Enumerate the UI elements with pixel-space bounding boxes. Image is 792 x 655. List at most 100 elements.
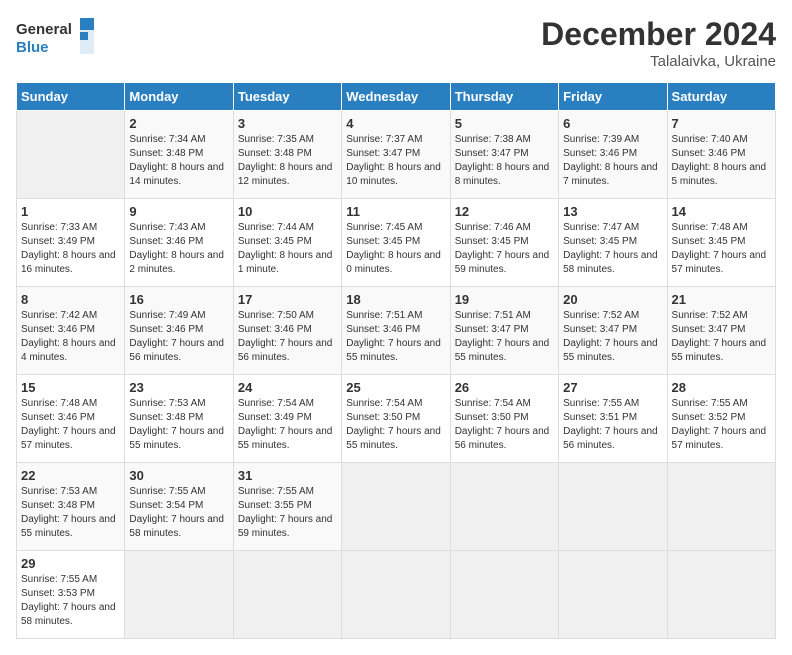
calendar-table: SundayMondayTuesdayWednesdayThursdayFrid…: [16, 82, 776, 639]
calendar-cell: 25 Sunrise: 7:54 AMSunset: 3:50 PMDaylig…: [342, 375, 450, 463]
day-info: Sunrise: 7:40 AMSunset: 3:46 PMDaylight:…: [672, 133, 771, 189]
day-number: 24: [238, 380, 337, 395]
day-info: Sunrise: 7:54 AMSunset: 3:50 PMDaylight:…: [346, 397, 445, 453]
day-info: Sunrise: 7:42 AMSunset: 3:46 PMDaylight:…: [21, 309, 120, 365]
calendar-cell: 14 Sunrise: 7:48 AMSunset: 3:45 PMDaylig…: [667, 199, 775, 287]
day-info: Sunrise: 7:43 AMSunset: 3:46 PMDaylight:…: [129, 221, 228, 277]
calendar-cell: 3 Sunrise: 7:35 AMSunset: 3:48 PMDayligh…: [233, 111, 341, 199]
day-info: Sunrise: 7:38 AMSunset: 3:47 PMDaylight:…: [455, 133, 554, 189]
calendar-cell: 9 Sunrise: 7:43 AMSunset: 3:46 PMDayligh…: [125, 199, 233, 287]
calendar-cell: 2 Sunrise: 7:34 AMSunset: 3:48 PMDayligh…: [125, 111, 233, 199]
day-info: Sunrise: 7:53 AMSunset: 3:48 PMDaylight:…: [21, 485, 120, 541]
calendar-week-2: 8 Sunrise: 7:42 AMSunset: 3:46 PMDayligh…: [17, 287, 776, 375]
day-info: Sunrise: 7:44 AMSunset: 3:45 PMDaylight:…: [238, 221, 337, 277]
header: General Blue December 2024 Talalaivka, U…: [16, 16, 776, 70]
calendar-cell: 31 Sunrise: 7:55 AMSunset: 3:55 PMDaylig…: [233, 463, 341, 551]
svg-text:Blue: Blue: [16, 39, 49, 56]
calendar-week-0: 2 Sunrise: 7:34 AMSunset: 3:48 PMDayligh…: [17, 111, 776, 199]
day-info: Sunrise: 7:52 AMSunset: 3:47 PMDaylight:…: [563, 309, 662, 365]
day-number: 19: [455, 292, 554, 307]
day-number: 16: [129, 292, 228, 307]
calendar-week-4: 22 Sunrise: 7:53 AMSunset: 3:48 PMDaylig…: [17, 463, 776, 551]
calendar-week-3: 15 Sunrise: 7:48 AMSunset: 3:46 PMDaylig…: [17, 375, 776, 463]
calendar-cell: [342, 463, 450, 551]
calendar-week-1: 1 Sunrise: 7:33 AMSunset: 3:49 PMDayligh…: [17, 199, 776, 287]
day-info: Sunrise: 7:55 AMSunset: 3:54 PMDaylight:…: [129, 485, 228, 541]
day-info: Sunrise: 7:52 AMSunset: 3:47 PMDaylight:…: [672, 309, 771, 365]
day-number: 8: [21, 292, 120, 307]
calendar-cell: [125, 551, 233, 639]
calendar-cell: [667, 551, 775, 639]
day-number: 14: [672, 204, 771, 219]
day-info: Sunrise: 7:51 AMSunset: 3:46 PMDaylight:…: [346, 309, 445, 365]
day-header-wednesday: Wednesday: [342, 83, 450, 111]
day-number: 1: [21, 204, 120, 219]
day-info: Sunrise: 7:35 AMSunset: 3:48 PMDaylight:…: [238, 133, 337, 189]
day-number: 5: [455, 116, 554, 131]
day-number: 9: [129, 204, 228, 219]
day-header-tuesday: Tuesday: [233, 83, 341, 111]
day-header-monday: Monday: [125, 83, 233, 111]
day-number: 21: [672, 292, 771, 307]
calendar-cell: [559, 463, 667, 551]
month-title: December 2024: [541, 16, 776, 53]
title-block: December 2024 Talalaivka, Ukraine: [541, 16, 776, 70]
calendar-cell: 19 Sunrise: 7:51 AMSunset: 3:47 PMDaylig…: [450, 287, 558, 375]
day-number: 26: [455, 380, 554, 395]
day-info: Sunrise: 7:55 AMSunset: 3:52 PMDaylight:…: [672, 397, 771, 453]
calendar-cell: 6 Sunrise: 7:39 AMSunset: 3:46 PMDayligh…: [559, 111, 667, 199]
day-number: 12: [455, 204, 554, 219]
day-number: 10: [238, 204, 337, 219]
day-info: Sunrise: 7:55 AMSunset: 3:51 PMDaylight:…: [563, 397, 662, 453]
calendar-cell: 7 Sunrise: 7:40 AMSunset: 3:46 PMDayligh…: [667, 111, 775, 199]
calendar-cell: 26 Sunrise: 7:54 AMSunset: 3:50 PMDaylig…: [450, 375, 558, 463]
calendar-cell: 4 Sunrise: 7:37 AMSunset: 3:47 PMDayligh…: [342, 111, 450, 199]
calendar-cell: 13 Sunrise: 7:47 AMSunset: 3:45 PMDaylig…: [559, 199, 667, 287]
day-number: 27: [563, 380, 662, 395]
day-number: 4: [346, 116, 445, 131]
calendar-cell: 21 Sunrise: 7:52 AMSunset: 3:47 PMDaylig…: [667, 287, 775, 375]
day-number: 22: [21, 468, 120, 483]
logo-svg: General Blue: [16, 16, 96, 58]
day-info: Sunrise: 7:51 AMSunset: 3:47 PMDaylight:…: [455, 309, 554, 365]
calendar-cell: [667, 463, 775, 551]
day-info: Sunrise: 7:39 AMSunset: 3:46 PMDaylight:…: [563, 133, 662, 189]
day-number: 28: [672, 380, 771, 395]
day-number: 23: [129, 380, 228, 395]
day-info: Sunrise: 7:45 AMSunset: 3:45 PMDaylight:…: [346, 221, 445, 277]
day-info: Sunrise: 7:33 AMSunset: 3:49 PMDaylight:…: [21, 221, 120, 277]
calendar-cell: [559, 551, 667, 639]
day-number: 18: [346, 292, 445, 307]
day-info: Sunrise: 7:48 AMSunset: 3:45 PMDaylight:…: [672, 221, 771, 277]
calendar-cell: [450, 551, 558, 639]
logo: General Blue: [16, 16, 96, 58]
day-header-friday: Friday: [559, 83, 667, 111]
calendar-cell: 5 Sunrise: 7:38 AMSunset: 3:47 PMDayligh…: [450, 111, 558, 199]
calendar-cell: 28 Sunrise: 7:55 AMSunset: 3:52 PMDaylig…: [667, 375, 775, 463]
calendar-cell: 16 Sunrise: 7:49 AMSunset: 3:46 PMDaylig…: [125, 287, 233, 375]
calendar-cell: 18 Sunrise: 7:51 AMSunset: 3:46 PMDaylig…: [342, 287, 450, 375]
calendar-cell: [450, 463, 558, 551]
day-number: 17: [238, 292, 337, 307]
calendar-cell: 17 Sunrise: 7:50 AMSunset: 3:46 PMDaylig…: [233, 287, 341, 375]
calendar-cell: 12 Sunrise: 7:46 AMSunset: 3:45 PMDaylig…: [450, 199, 558, 287]
day-number: 20: [563, 292, 662, 307]
calendar-cell: 22 Sunrise: 7:53 AMSunset: 3:48 PMDaylig…: [17, 463, 125, 551]
day-info: Sunrise: 7:34 AMSunset: 3:48 PMDaylight:…: [129, 133, 228, 189]
day-number: 6: [563, 116, 662, 131]
calendar-cell: 15 Sunrise: 7:48 AMSunset: 3:46 PMDaylig…: [17, 375, 125, 463]
calendar-header-row: SundayMondayTuesdayWednesdayThursdayFrid…: [17, 83, 776, 111]
day-info: Sunrise: 7:37 AMSunset: 3:47 PMDaylight:…: [346, 133, 445, 189]
day-info: Sunrise: 7:48 AMSunset: 3:46 PMDaylight:…: [21, 397, 120, 453]
day-number: 15: [21, 380, 120, 395]
calendar-week-5: 29 Sunrise: 7:55 AMSunset: 3:53 PMDaylig…: [17, 551, 776, 639]
day-number: 30: [129, 468, 228, 483]
day-number: 29: [21, 556, 120, 571]
calendar-cell: 1 Sunrise: 7:33 AMSunset: 3:49 PMDayligh…: [17, 199, 125, 287]
day-number: 31: [238, 468, 337, 483]
day-number: 13: [563, 204, 662, 219]
day-number: 7: [672, 116, 771, 131]
day-number: 3: [238, 116, 337, 131]
calendar-cell: [17, 111, 125, 199]
day-header-sunday: Sunday: [17, 83, 125, 111]
